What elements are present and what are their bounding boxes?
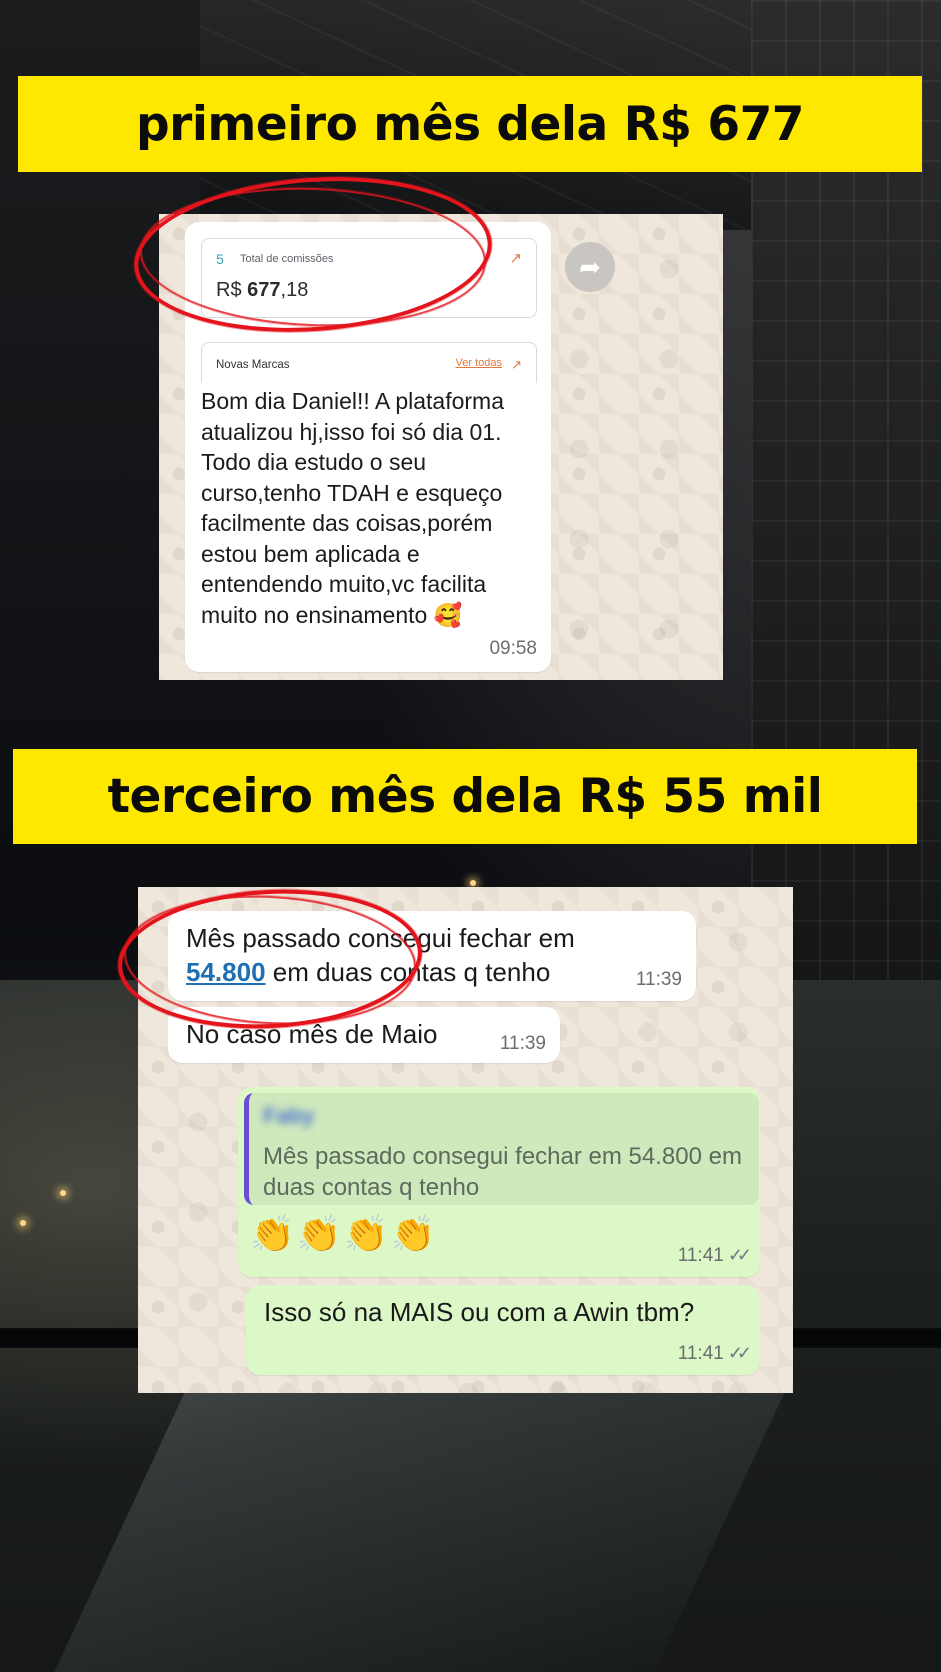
quoted-message[interactable]: Faby Mês passado consegui fechar em 54.8…	[244, 1093, 759, 1205]
arrow-up-right-icon[interactable]: ↗	[511, 357, 522, 373]
see-all-link[interactable]: Ver todas	[456, 357, 502, 369]
arrow-up-right-icon[interactable]: ↗	[509, 249, 522, 267]
new-brands-card: Novas Marcas Ver todas ↗	[201, 342, 537, 383]
message-text: Isso só na MAIS ou com a Awin tbm?	[264, 1297, 695, 1327]
message-time: 09:58	[489, 638, 537, 659]
clapping-hands-emoji: 👏👏👏👏	[250, 1213, 438, 1254]
headline-first-month: primeiro mês dela R$ 677	[18, 76, 922, 172]
message-time: 11:39	[499, 1033, 546, 1054]
message-time: 11:41 ✓✓	[677, 1245, 752, 1266]
headline-third-month: terceiro mês dela R$ 55 mil	[13, 749, 917, 844]
outgoing-reply-message[interactable]: Faby Mês passado consegui fechar em 54.8…	[238, 1087, 760, 1277]
forward-icon[interactable]: ➦	[565, 242, 615, 292]
message-time: 11:41 ✓✓	[677, 1343, 752, 1364]
message-time: 11:39	[635, 969, 682, 990]
brands-title: Novas Marcas	[216, 359, 290, 371]
message-text: Bom dia Daniel!! A plataforma atualizou …	[201, 388, 504, 628]
quoted-author: Faby	[263, 1103, 315, 1128]
quoted-text: Mês passado consegui fechar em 54.800 em…	[263, 1143, 742, 1201]
double-check-icon: ✓✓	[727, 1343, 752, 1363]
outgoing-message[interactable]: Isso só na MAIS ou com a Awin tbm? 11:41…	[246, 1285, 760, 1375]
double-check-icon: ✓✓	[727, 1245, 752, 1265]
